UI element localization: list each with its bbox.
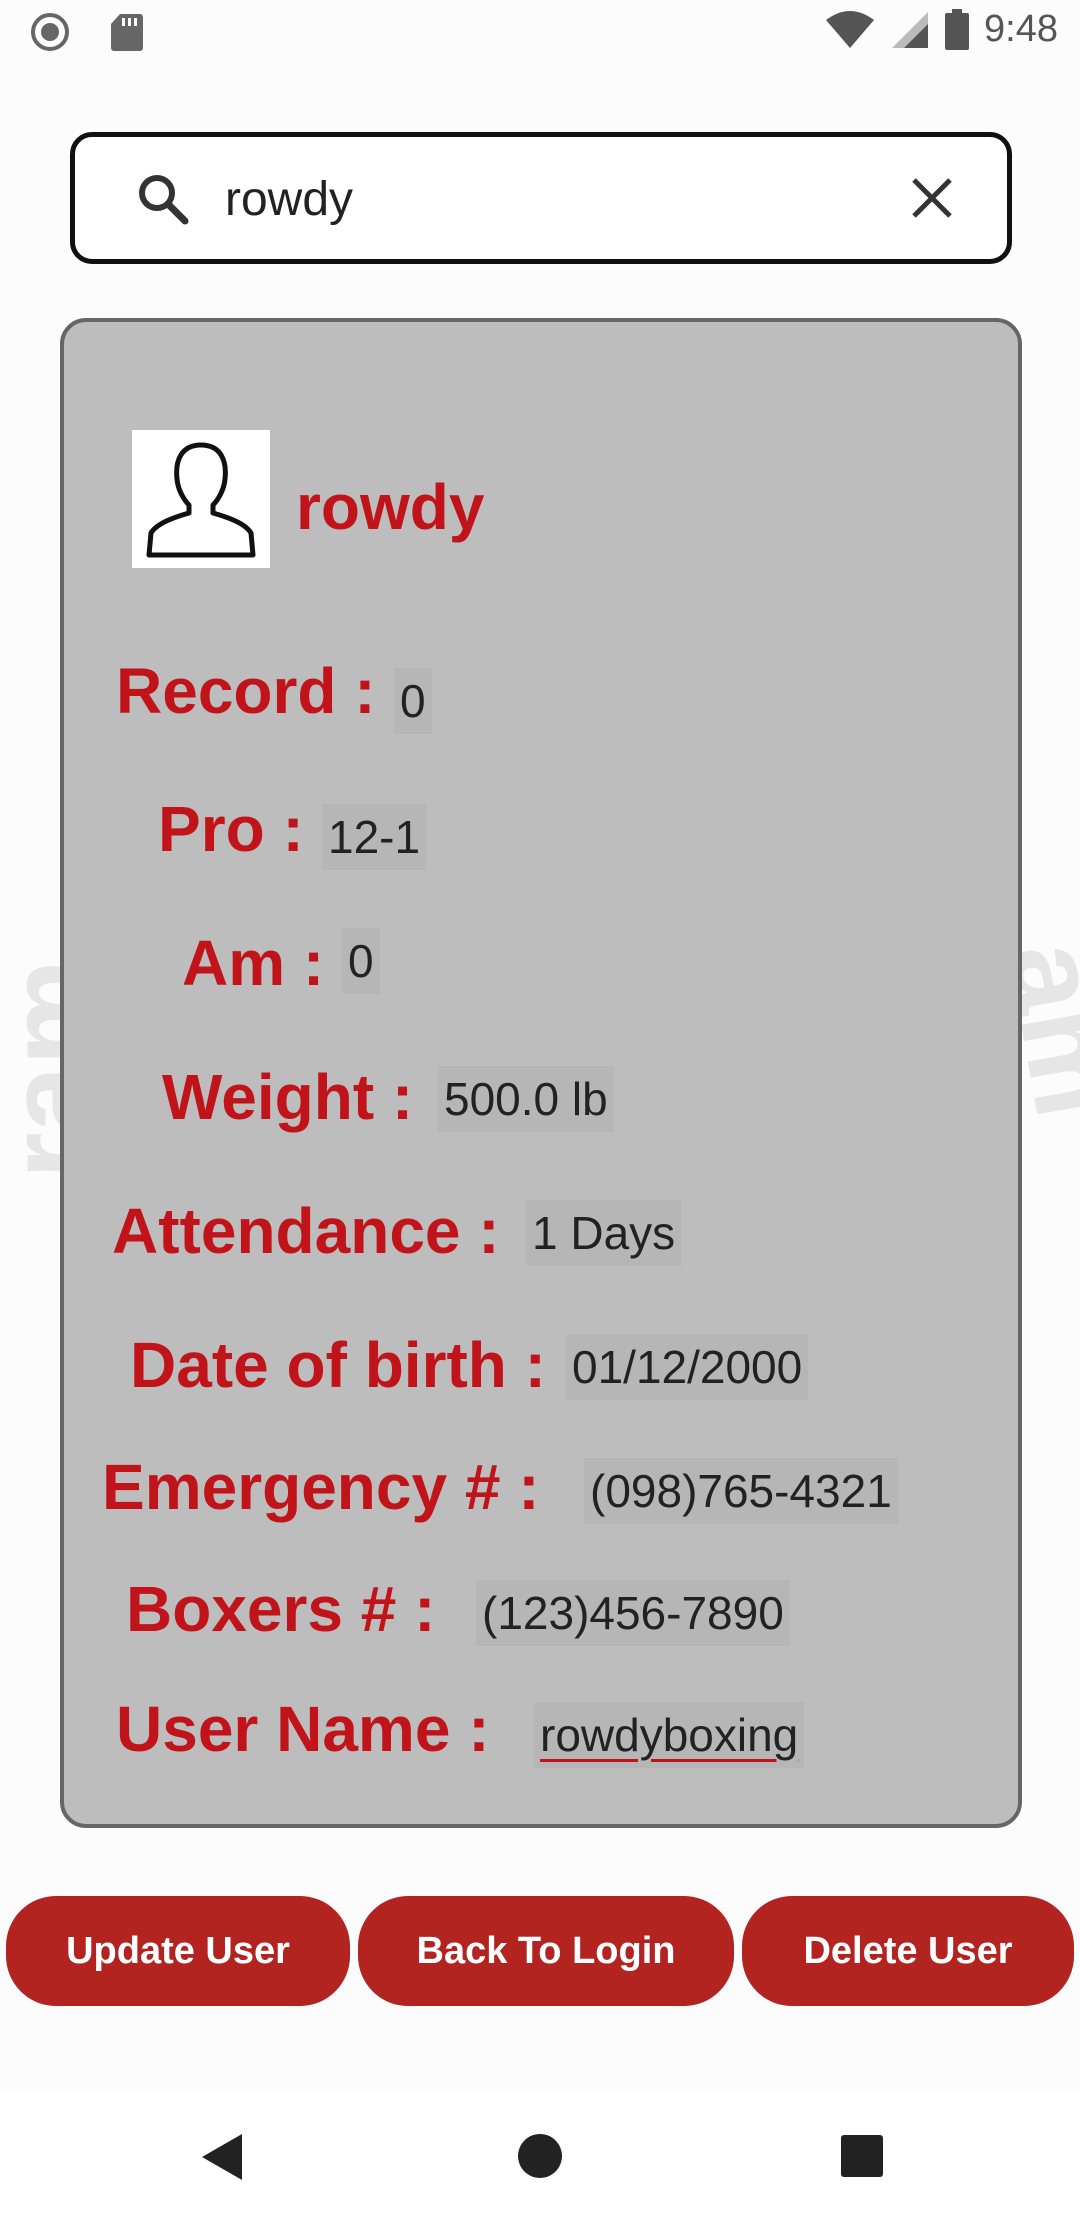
boxers-label: Boxers # :: [126, 1573, 436, 1645]
signal-icon: [892, 11, 929, 48]
record-icon: [31, 13, 69, 51]
weight-label: Weight :: [162, 1061, 414, 1133]
username-value[interactable]: rowdyboxing: [534, 1702, 804, 1768]
update-user-button[interactable]: Update User: [6, 1896, 350, 2006]
recents-square-icon[interactable]: [840, 2134, 884, 2178]
profile-name: rowdy: [296, 471, 485, 543]
navigation-bar: [0, 2090, 1080, 2220]
clock: 9:48: [984, 8, 1058, 50]
weight-value: 500.0 lb: [438, 1066, 614, 1132]
avatar: [132, 430, 270, 568]
date-of-birth-value: 01/12/2000: [566, 1334, 808, 1400]
record-value: 0: [394, 668, 432, 734]
wifi-icon: [826, 10, 875, 48]
search-input[interactable]: [225, 169, 865, 229]
status-bar: 9:48: [0, 0, 1080, 70]
search-bar[interactable]: [70, 132, 1012, 264]
back-triangle-icon[interactable]: [198, 2132, 244, 2182]
emergency-value: (098)765-4321: [584, 1458, 898, 1524]
home-circle-icon[interactable]: [516, 2132, 564, 2180]
user-silhouette-icon: [146, 442, 256, 558]
am-label: Am :: [182, 927, 325, 999]
battery-icon: [945, 8, 970, 50]
pro-label: Pro :: [158, 793, 304, 865]
profile-card: rowdy Record : 0 Pro : 12-1 Am : 0 Weigh…: [60, 318, 1022, 1828]
attendance-value: 1 Days: [526, 1200, 681, 1266]
record-label: Record :: [116, 655, 376, 727]
attendance-label: Attendance :: [112, 1195, 500, 1267]
delete-user-button[interactable]: Delete User: [742, 1896, 1074, 2006]
search-icon: [139, 175, 189, 225]
am-value: 0: [342, 928, 380, 994]
back-to-login-button[interactable]: Back To Login: [358, 1896, 734, 2006]
close-icon[interactable]: [909, 175, 955, 221]
screen: 9:48 ram am rowdy Record : 0 Pro : 12-1: [0, 0, 1080, 2220]
sd-card-icon: [111, 14, 143, 51]
boxers-value: (123)456-7890: [476, 1580, 790, 1646]
emergency-label: Emergency # :: [102, 1451, 540, 1523]
username-label: User Name :: [116, 1693, 490, 1765]
date-of-birth-label: Date of birth :: [130, 1329, 546, 1401]
pro-value: 12-1: [322, 804, 426, 870]
